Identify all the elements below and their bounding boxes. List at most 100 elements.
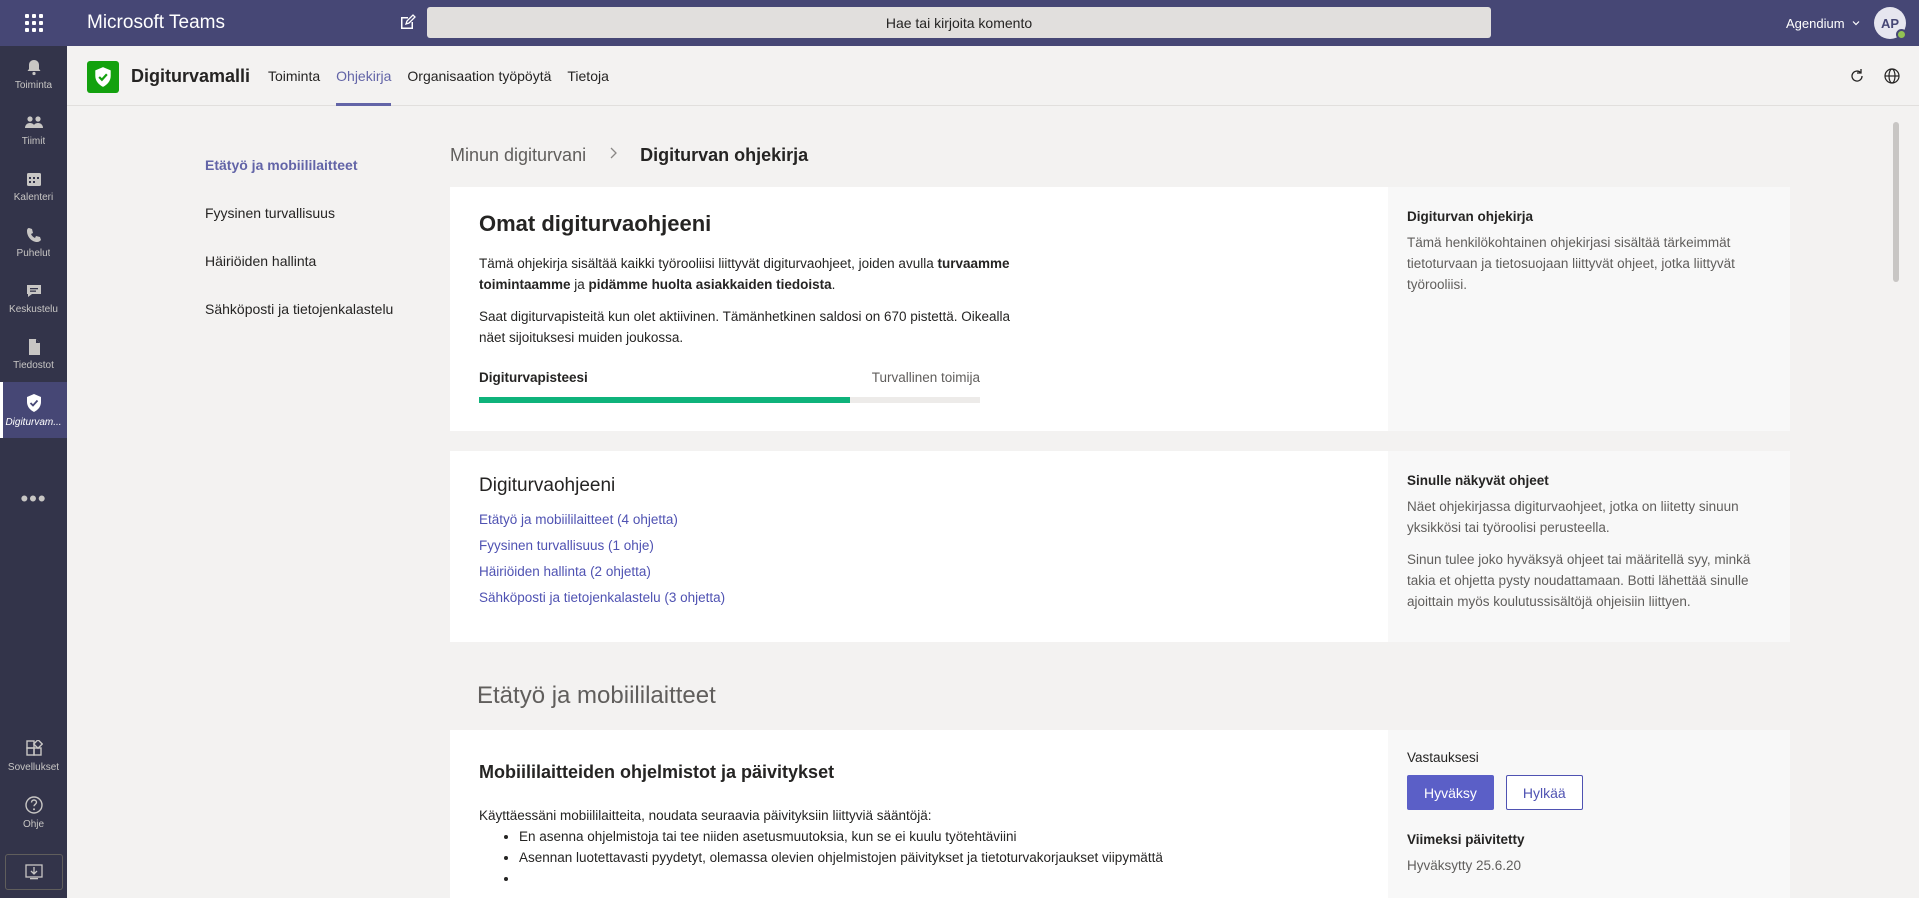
list-item: En asenna ohjelmistoja tai tee niiden as… <box>519 826 1359 847</box>
progress-label: Digiturvapisteesi <box>479 370 588 385</box>
bell-icon <box>27 59 40 75</box>
updated-value: Hyväksytty 25.6.20 <box>1407 858 1522 873</box>
app-name: Digiturvamalli <box>131 66 251 86</box>
main-content: Etätyö ja mobiililaitteet Fyysinen turva… <box>67 107 1919 898</box>
tab-ohjekirja[interactable]: Ohjekirja <box>336 46 392 106</box>
rail-item-digiturvamalli[interactable]: Digiturvam... <box>0 382 67 438</box>
avatar-initials: AP <box>1880 15 1900 31</box>
rail-item-help[interactable]: Ohje <box>0 784 67 840</box>
answers-title: Vastauksesi <box>1407 750 1479 765</box>
rail-item-files[interactable]: Tiedostot <box>0 326 67 382</box>
progress-labels: Digiturvapisteesi Turvallinen toimija <box>479 370 980 385</box>
breadcrumb-current: Digiturvan ohjekirja <box>640 145 809 165</box>
intro-paragraph: Tämä ohjekirja sisältää kaikki työroolii… <box>479 256 1010 292</box>
section-nav-item[interactable]: Häiriöiden hallinta <box>205 253 393 301</box>
answer-buttons: Hyväksy Hylkää <box>1407 775 1771 810</box>
guide-intro: Käyttäessäni mobiililaitteita, noudata s… <box>479 808 932 823</box>
points-paragraph: Saat digiturvapisteitä kun olet aktiivin… <box>479 309 1011 345</box>
avatar[interactable]: AP <box>1874 7 1907 40</box>
rail-label: Sovellukset <box>7 761 60 773</box>
accept-button[interactable]: Hyväksy <box>1407 775 1494 810</box>
side-text: Tämä henkilökohtainen ohjekirjasi sisält… <box>1407 235 1735 292</box>
more-apps-icon[interactable]: ••• <box>0 486 67 512</box>
guide-card: Mobiililaitteiden ohjelmistot ja päivity… <box>450 730 1790 898</box>
app-title: Microsoft Teams <box>87 12 225 33</box>
presence-available-icon <box>1896 29 1907 40</box>
rail-item-calls[interactable]: Puhelut <box>0 214 67 270</box>
section-nav: Etätyö ja mobiililaitteet Fyysinen turva… <box>205 157 393 349</box>
breadcrumb: Minun digiturvani Digiturvan ohjekirja <box>450 145 808 166</box>
tab-toiminta[interactable]: Toiminta <box>268 46 320 106</box>
rail-item-teams[interactable]: Tiimit <box>0 102 67 158</box>
rail-label: Kalenteri <box>13 191 54 203</box>
left-rail: Toiminta Tiimit Kalenteri Puhelut Keskus… <box>0 46 67 898</box>
card-title: Omat digiturvaohjeeni <box>479 211 712 236</box>
answer-panel: Vastauksesi Hyväksy Hylkää Viimeksi päiv… <box>1388 730 1790 898</box>
points-progress-bar <box>479 397 980 403</box>
search-input[interactable]: Hae tai kirjoita komento <box>427 7 1491 38</box>
app-launcher-icon[interactable] <box>0 0 67 46</box>
shield-icon <box>26 393 41 412</box>
side-title: Sinulle näkyvät ohjeet <box>1407 473 1549 488</box>
side-title: Digiturvan ohjekirja <box>1407 209 1534 224</box>
card-title: Digiturvaohjeeni <box>479 475 616 496</box>
reject-button[interactable]: Hylkää <box>1505 775 1583 810</box>
file-icon <box>28 338 40 355</box>
guide-link[interactable]: Sähköposti ja tietojenkalastelu (3 ohjet… <box>479 585 1359 611</box>
tab-organisaation-tyopoyta[interactable]: Organisaation työpöytä <box>407 46 551 106</box>
guide-summary-card: Omat digiturvaohjeeni Tämä ohjekirja sis… <box>450 187 1790 431</box>
teams-icon <box>24 115 43 128</box>
rail-label: Toiminta <box>14 79 53 91</box>
updated-title: Viimeksi päivitetty <box>1407 832 1525 847</box>
chevron-right-icon <box>608 146 618 165</box>
guide-link[interactable]: Etätyö ja mobiililaitteet (4 ohjetta) <box>479 507 1359 533</box>
rail-item-activity[interactable]: Toiminta <box>0 46 67 102</box>
refresh-icon[interactable] <box>1848 67 1866 85</box>
rail-item-chat[interactable]: Keskustelu <box>0 270 67 326</box>
apps-icon <box>25 739 43 756</box>
progress-fill <box>479 397 850 403</box>
card-sidebar: Digiturvan ohjekirja Tämä henkilökohtain… <box>1388 187 1790 431</box>
breadcrumb-parent[interactable]: Minun digiturvani <box>450 145 586 166</box>
section-nav-item[interactable]: Fyysinen turvallisuus <box>205 205 393 253</box>
download-icon <box>25 864 43 880</box>
guide-link[interactable]: Fyysinen turvallisuus (1 ohje) <box>479 533 1359 559</box>
card-sidebar: Sinulle näkyvät ohjeet Näet ohjekirjassa… <box>1388 451 1790 642</box>
card-title: Mobiililaitteiden ohjelmistot ja päivity… <box>479 762 835 782</box>
list-item <box>519 868 1359 889</box>
phone-icon <box>26 227 41 242</box>
section-heading: Etätyö ja mobiililaitteet <box>477 682 716 709</box>
rail-label: Ohje <box>22 818 45 830</box>
rail-label: Digiturvam... <box>5 416 62 428</box>
org-name: Agendium <box>1786 15 1845 31</box>
globe-icon[interactable] <box>1883 67 1901 85</box>
download-app-button[interactable] <box>5 854 63 890</box>
help-icon <box>24 795 43 814</box>
section-nav-item[interactable]: Etätyö ja mobiililaitteet <box>205 157 393 205</box>
org-switcher[interactable]: Agendium <box>1786 0 1861 46</box>
list-item: Asennan luotettavasti pyydetyt, olemassa… <box>519 847 1359 868</box>
rail-item-calendar[interactable]: Kalenteri <box>0 158 67 214</box>
progress-level: Turvallinen toimija <box>871 370 980 385</box>
rail-label: Keskustelu <box>9 303 58 315</box>
chat-icon <box>26 284 41 297</box>
scrollbar[interactable] <box>1893 122 1899 282</box>
chevron-down-icon <box>1852 21 1859 26</box>
rail-label: Puhelut <box>16 247 51 259</box>
digiturvamalli-logo-icon <box>87 61 119 93</box>
guide-link[interactable]: Häiriöiden hallinta (2 ohjetta) <box>479 559 1359 585</box>
rail-label: Tiimit <box>21 135 46 147</box>
side-text: Sinun tulee joko hyväksyä ohjeet tai mää… <box>1407 552 1751 609</box>
rail-item-apps[interactable]: Sovellukset <box>0 728 67 784</box>
calendar-icon <box>26 172 41 186</box>
guides-list-card: Digiturvaohjeeni Etätyö ja mobiililaitte… <box>450 451 1790 642</box>
app-tabs: Toiminta Ohjekirja Organisaation työpöyt… <box>268 46 609 106</box>
side-text: Näet ohjekirjassa digiturvaohjeet, jotka… <box>1407 499 1739 535</box>
app-header: Digiturvamalli Toiminta Ohjekirja Organi… <box>67 46 1919 106</box>
tab-tietoja[interactable]: Tietoja <box>567 46 609 106</box>
top-bar: Microsoft Teams Hae tai kirjoita komento… <box>0 0 1919 46</box>
compose-icon[interactable] <box>396 12 418 34</box>
guide-rules-list: En asenna ohjelmistoja tai tee niiden as… <box>479 826 1359 889</box>
rail-label: Tiedostot <box>13 359 54 371</box>
section-nav-item[interactable]: Sähköposti ja tietojenkalastelu <box>205 301 393 349</box>
